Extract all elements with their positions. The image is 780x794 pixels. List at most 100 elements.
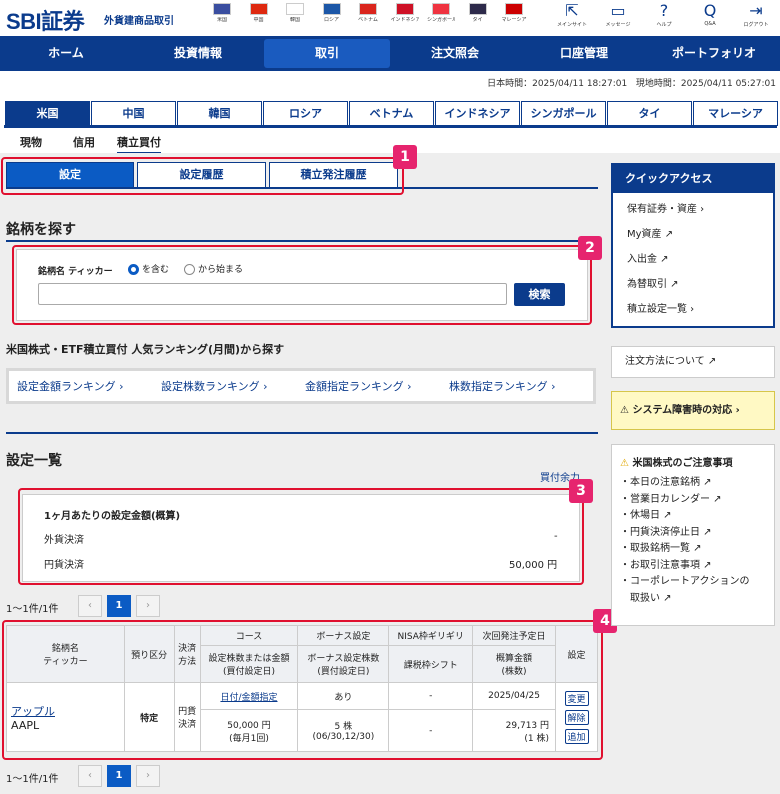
nav-order-inquiry[interactable]: 注文照会 (392, 36, 518, 71)
quick-access-item-0[interactable]: 保有証券・資産 › (627, 197, 759, 222)
flag-4[interactable]: ベトナム (354, 2, 382, 32)
flag-label: ベトナム (358, 17, 378, 23)
time-bar: 日本時間：2025/04/11 18:27:01 現地時間：2025/04/11… (487, 76, 776, 89)
search-rule (6, 240, 598, 242)
flag-icon (468, 3, 487, 15)
highlight-box-1 (1, 157, 404, 195)
country-tab-3[interactable]: ロシア (263, 101, 348, 126)
flag-icon (322, 3, 341, 15)
ranking-amount-spec-link[interactable]: 金額指定ランキング › (305, 378, 412, 394)
ranking-title: 米国株式・ETF積立買付 人気ランキング(月間)から探す (6, 343, 285, 356)
list-title: 設定一覧 (6, 453, 62, 469)
ranking-amount-link[interactable]: 設定金額ランキング › (17, 378, 124, 394)
flag-7[interactable]: タイ (464, 2, 492, 32)
flag-6[interactable]: シンガポール (427, 2, 455, 32)
help-icon: ? (659, 1, 669, 20)
japan-time: 日本時間：2025/04/11 18:27:01 (487, 79, 628, 89)
notice-item-1[interactable]: ・営業日カレンダー ↗ (620, 492, 766, 509)
next-page-button[interactable]: › (136, 595, 160, 617)
quick-access-item-2[interactable]: 入出金 ↗ (627, 247, 759, 272)
nav-trade[interactable]: 取引 (264, 39, 390, 68)
quick-access-title: クイックアクセス (611, 163, 775, 193)
notice-title-text: 米国株式のご注意事項 (632, 458, 733, 469)
flag-icon (395, 3, 414, 15)
local-time: 現地時間：2025/04/11 05:27:01 (635, 79, 776, 89)
warning-icon: ⚠ (620, 458, 629, 469)
ranking-shares-link[interactable]: 設定株数ランキング › (161, 378, 268, 394)
notice-list: ・本日の注意銘柄 ↗ ・営業日カレンダー ↗ ・休場日 ↗ ・円貨決済停止日 ↗ ・取扱… (620, 475, 766, 607)
message-icon: ▭ (610, 1, 626, 20)
quick-access-list: 保有証券・資産 › My資産 ↗ 入出金 ↗ 為替取引 ↗ 積立設定一覧 › (611, 193, 775, 328)
logout-button[interactable]: ⇥ ログアウト (736, 1, 776, 28)
nav-investment-info[interactable]: 投資情報 (132, 36, 264, 71)
quick-access-panel: クイックアクセス 保有証券・資産 › My資産 ↗ 入出金 ↗ 為替取引 ↗ 積立設定一… (611, 163, 775, 328)
notice-item-0[interactable]: ・本日の注意銘柄 ↗ (620, 475, 766, 492)
flag-8[interactable]: マレーシア (500, 2, 528, 32)
prev-page-button-bottom[interactable]: ‹ (78, 765, 102, 787)
logo-subtitle: 外貨建商品取引 (104, 16, 174, 27)
flag-5[interactable]: インドネシア (391, 2, 419, 32)
country-tab-4[interactable]: ベトナム (349, 101, 434, 126)
page-1-button[interactable]: 1 (107, 595, 131, 617)
country-tab-5[interactable]: インドネシア (435, 101, 520, 126)
country-tab-7[interactable]: タイ (607, 101, 692, 126)
icon-label: メインサイト (556, 22, 587, 28)
mainsite-button[interactable]: ⇱ メインサイト (552, 1, 592, 28)
page-1-button-bottom[interactable]: 1 (107, 765, 131, 787)
notice-title: ⚠ 米国株式のご注意事項 (620, 454, 766, 469)
country-tab-2[interactable]: 韓国 (177, 101, 262, 126)
flag-label: 米国 (216, 17, 227, 23)
flag-label: インドネシア (390, 17, 419, 23)
result-count: 1〜1件/1件 (6, 604, 59, 615)
outage-link[interactable]: ⚠ システム障害時の対応 › (611, 391, 775, 430)
country-tab-8[interactable]: マレーシア (693, 101, 778, 126)
nav-account[interactable]: 口座管理 (520, 36, 648, 71)
order-method-link[interactable]: 注文方法について ↗ (611, 346, 775, 378)
country-tab-0[interactable]: 米国 (5, 101, 90, 126)
notice-item-2[interactable]: ・休場日 ↗ (620, 508, 766, 525)
nav-home[interactable]: ホーム (0, 36, 132, 71)
flag-icon (249, 3, 268, 15)
prev-page-button[interactable]: ‹ (78, 595, 102, 617)
flag-2[interactable]: 韓国 (281, 2, 309, 32)
mainsite-icon: ⇱ (565, 1, 579, 20)
quick-access-item-1[interactable]: My資産 ↗ (627, 222, 759, 247)
flag-0[interactable]: 米国 (208, 2, 236, 32)
icon-label: ヘルプ (656, 22, 672, 28)
notice-item-3[interactable]: ・円貨決済停止日 ↗ (620, 525, 766, 542)
highlight-box-3 (18, 488, 584, 585)
logout-icon: ⇥ (749, 1, 763, 20)
flag-label: タイ (472, 17, 483, 23)
notice-item-5[interactable]: ・お取引注意事項 ↗ (620, 558, 766, 575)
notice-panel: ⚠ 米国株式のご注意事項 ・本日の注意銘柄 ↗ ・営業日カレンダー ↗ ・休場日 ↗… (611, 444, 775, 626)
country-tab-6[interactable]: シンガポール (521, 101, 606, 126)
sbi-logo[interactable]: SBI証券 (6, 4, 85, 36)
subtab-accumulation[interactable]: 積立買付 (117, 134, 161, 154)
flag-label: 韓国 (289, 17, 300, 23)
message-button[interactable]: ▭ メッセージ (598, 1, 638, 28)
notice-item-7[interactable]: 取扱い ↗ (620, 591, 766, 608)
qa-button[interactable]: Q Q&A (690, 1, 730, 27)
quick-access-item-4[interactable]: 積立設定一覧 › (627, 297, 759, 322)
notice-item-6[interactable]: ・コーポレートアクションの (620, 574, 766, 591)
highlight-box-4 (2, 620, 603, 760)
ranking-shares-spec-link[interactable]: 株数指定ランキング › (449, 378, 556, 394)
flag-1[interactable]: 中国 (245, 2, 273, 32)
subtab-margin[interactable]: 信用 (73, 134, 95, 150)
flag-icon (286, 3, 304, 15)
quick-access-item-3[interactable]: 為替取引 ↗ (627, 272, 759, 297)
country-tab-1[interactable]: 中国 (91, 101, 176, 126)
next-page-button-bottom[interactable]: › (136, 765, 160, 787)
flag-icon (359, 3, 377, 15)
nav-portfolio[interactable]: ポートフォリオ (648, 36, 780, 71)
search-title: 銘柄を探す (6, 222, 76, 238)
flag-3[interactable]: ロシア (318, 2, 346, 32)
icon-label: Q&A (704, 21, 716, 27)
subtab-spot[interactable]: 現物 (20, 134, 42, 150)
notice-item-4[interactable]: ・取扱銘柄一覧 ↗ (620, 541, 766, 558)
icon-label: ログアウト (743, 22, 769, 28)
flag-icon (213, 3, 231, 15)
help-button[interactable]: ? ヘルプ (644, 1, 684, 28)
highlight-box-2 (12, 245, 592, 325)
result-count-bottom: 1〜1件/1件 (6, 774, 59, 785)
